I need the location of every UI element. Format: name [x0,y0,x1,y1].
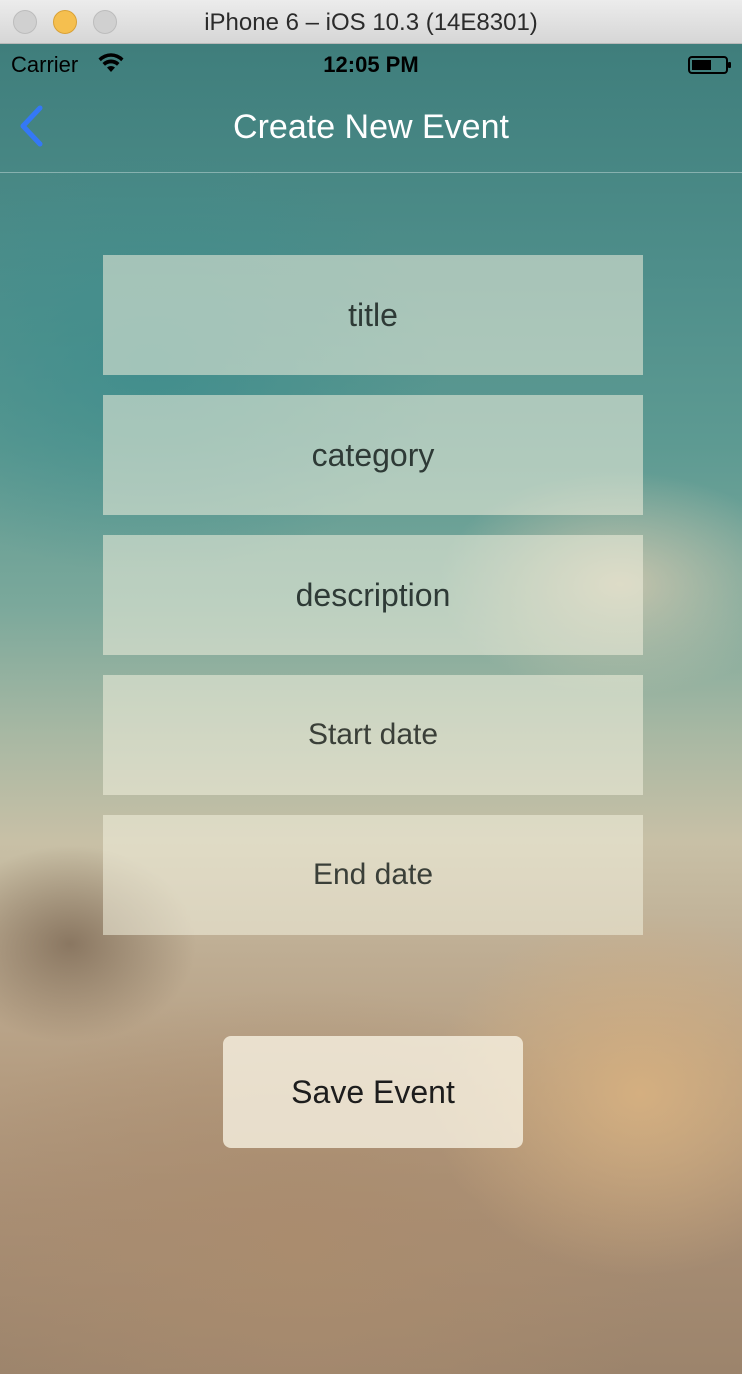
end-date-field-placeholder: End date [312,858,434,891]
status-time: 12:05 PM [323,52,419,77]
description-field[interactable]: description [103,535,643,655]
category-field-placeholder: category [311,436,435,473]
start-date-field-placeholder: Start date [307,718,439,751]
description-field-placeholder: description [295,576,451,613]
save-event-button[interactable]: Save Event [223,1036,523,1148]
phone-screen: Carrier 12:05 PM Create New Event title … [0,44,742,1374]
start-date-field[interactable]: Start date [103,675,643,795]
category-field[interactable]: category [103,395,643,515]
page-title: Create New Event [233,108,509,146]
navigation-bar: Create New Event [0,84,742,173]
save-event-label: Save Event [291,1073,455,1110]
title-field[interactable]: title [103,255,643,375]
simulator-title-bar: iPhone 6 – iOS 10.3 (14E8301) [0,0,742,44]
battery-icon [688,56,731,74]
window-title: iPhone 6 – iOS 10.3 (14E8301) [204,9,538,36]
end-date-field[interactable]: End date [103,815,643,935]
status-bar: Carrier 12:05 PM [0,44,742,84]
title-field-placeholder: title [348,296,398,333]
